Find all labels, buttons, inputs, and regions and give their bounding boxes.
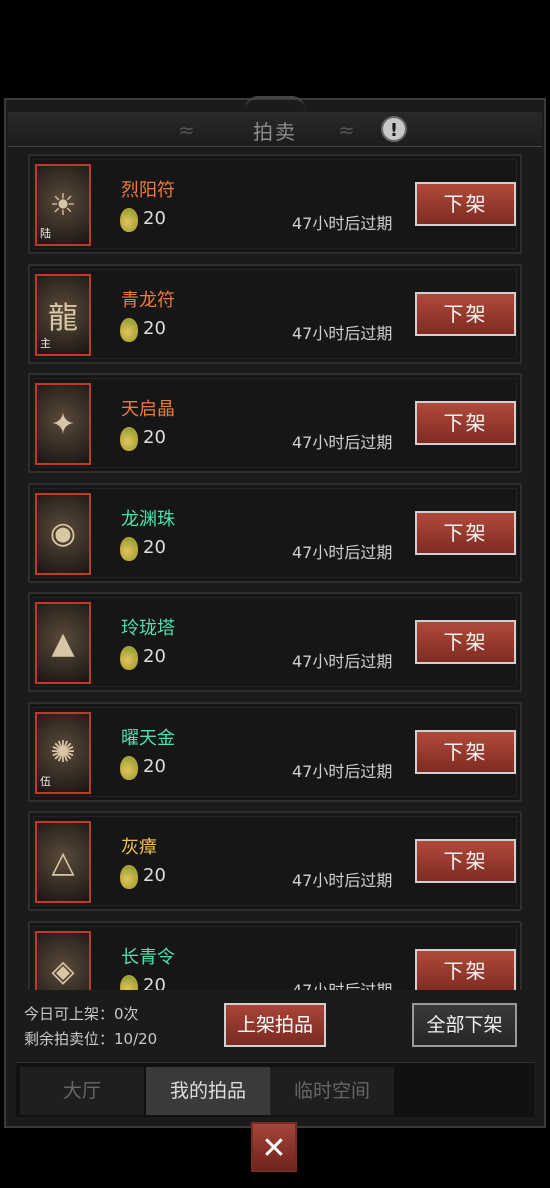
item-name: 龙渊珠 [121, 508, 175, 530]
item-price: 20 [143, 208, 166, 229]
delist-button[interactable]: 下架 [415, 182, 516, 226]
expire-time: 47小时后过期 [292, 980, 393, 991]
delist-all-button[interactable]: 全部下架 [412, 1003, 517, 1047]
currency-icon [120, 317, 138, 342]
currency-icon [120, 646, 138, 670]
auction-item-list[interactable]: ☀ 陆烈阳符 20 47小时后过期 下架龍主青龙符 20 47小时后过期 下架 ✦ 天启晶 20 47… [28, 154, 522, 990]
item-price: 20 [143, 317, 166, 339]
item-price: 20 [143, 646, 166, 667]
item-glyph: ◈ [51, 954, 75, 989]
auction-item-row: ☀ 陆烈阳符 20 47小时后过期 下架 [28, 154, 522, 254]
item-glyph: ✦ [50, 406, 76, 442]
close-icon[interactable]: ✕ [251, 1122, 297, 1172]
auction-item-row: △ 灰瘴 20 47小时后过期 下架 [28, 811, 522, 911]
today-listable-text: 今日可上架：0次 [24, 1005, 139, 1023]
item-name: 灰瘴 [121, 837, 157, 858]
delist-button[interactable]: 下架 [415, 839, 516, 883]
item-tag: 陆 [40, 227, 51, 240]
triangle-rune-icon[interactable]: △ [35, 821, 91, 903]
item-price: 20 [143, 536, 166, 558]
item-name: 青龙符 [121, 289, 175, 311]
info-icon[interactable]: ! [381, 116, 407, 142]
panel-ornament [245, 96, 305, 109]
delist-button[interactable]: 下架 [415, 510, 516, 555]
item-glyph: ◉ [49, 516, 77, 551]
delist-button[interactable]: 下架 [415, 948, 516, 990]
dragon-orb-icon[interactable]: ◉ [35, 492, 91, 575]
expire-time: 47小时后过期 [292, 652, 393, 671]
token-icon[interactable]: ◈ [35, 930, 91, 990]
golden-medallion-icon[interactable]: ✺ 伍 [35, 711, 91, 794]
expire-time: 47小时后过期 [292, 214, 393, 233]
tab-hall[interactable]: 大厅 [20, 1067, 144, 1115]
currency-icon [120, 536, 138, 561]
item-glyph: △ [51, 844, 75, 880]
auction-item-row: ▲ 玲珑塔 20 47小时后过期 下架 [28, 592, 522, 692]
dragon-talisman-icon[interactable]: 龍主 [35, 273, 91, 356]
currency-icon [120, 427, 138, 451]
right-wing-ornament: ≈ [338, 118, 355, 142]
tab-temp-space[interactable]: 临时空间 [270, 1067, 394, 1115]
item-name: 长青令 [121, 946, 175, 968]
expire-time: 47小时后过期 [292, 542, 393, 562]
list-item-button[interactable]: 上架拍品 [224, 1003, 326, 1047]
item-price: 20 [143, 755, 166, 777]
item-tag: 伍 [40, 774, 51, 788]
tab-my-items[interactable]: 我的拍品 [146, 1067, 270, 1115]
delist-button[interactable]: 下架 [415, 729, 516, 774]
delist-button[interactable]: 下架 [415, 291, 516, 336]
auction-item-row: ◈ 长青令 20 47小时后过期 下架 [28, 920, 522, 991]
item-price: 20 [143, 427, 166, 448]
expire-time: 47小时后过期 [292, 871, 393, 890]
tab-bar: 大厅 我的拍品 临时空间 [16, 1062, 534, 1117]
item-name: 天启晶 [121, 399, 175, 420]
delist-button[interactable]: 下架 [415, 620, 516, 664]
currency-icon [120, 208, 138, 232]
sun-talisman-icon[interactable]: ☀ 陆 [35, 164, 91, 246]
expire-time: 47小时后过期 [292, 323, 393, 343]
remaining-slots-text: 剩余拍卖位：10/20 [24, 1030, 158, 1048]
item-name: 烈阳符 [121, 180, 175, 201]
currency-icon [120, 755, 138, 780]
item-name: 玲珑塔 [121, 618, 175, 639]
currency-icon [120, 865, 138, 889]
page-title: 拍卖 [253, 120, 297, 144]
item-price: 20 [143, 865, 166, 886]
item-glyph: 龍 [48, 300, 78, 336]
item-tag: 主 [40, 336, 51, 350]
pagoda-icon[interactable]: ▲ [35, 602, 91, 684]
item-glyph: ▲ [51, 625, 75, 661]
currency-icon [120, 974, 138, 990]
item-price: 20 [143, 974, 166, 991]
auction-item-row: ✺ 伍曜天金 20 47小时后过期 下架 [28, 701, 522, 802]
item-glyph: ☀ [49, 187, 77, 223]
auction-item-row: 龍主 青龙符 20 47小时后过期 下架 [28, 263, 522, 364]
delist-button[interactable]: 下架 [415, 401, 516, 445]
item-name: 曜天金 [121, 727, 175, 749]
crystal-icon[interactable]: ✦ [35, 383, 91, 465]
auction-item-row: ◉ 龙渊珠 20 47小时后过期 下架 [28, 482, 522, 583]
expire-time: 47小时后过期 [292, 433, 393, 452]
item-glyph: ✺ [50, 735, 76, 770]
expire-time: 47小时后过期 [292, 761, 393, 781]
auction-item-row: ✦ 天启晶 20 47小时后过期 下架 [28, 373, 522, 473]
